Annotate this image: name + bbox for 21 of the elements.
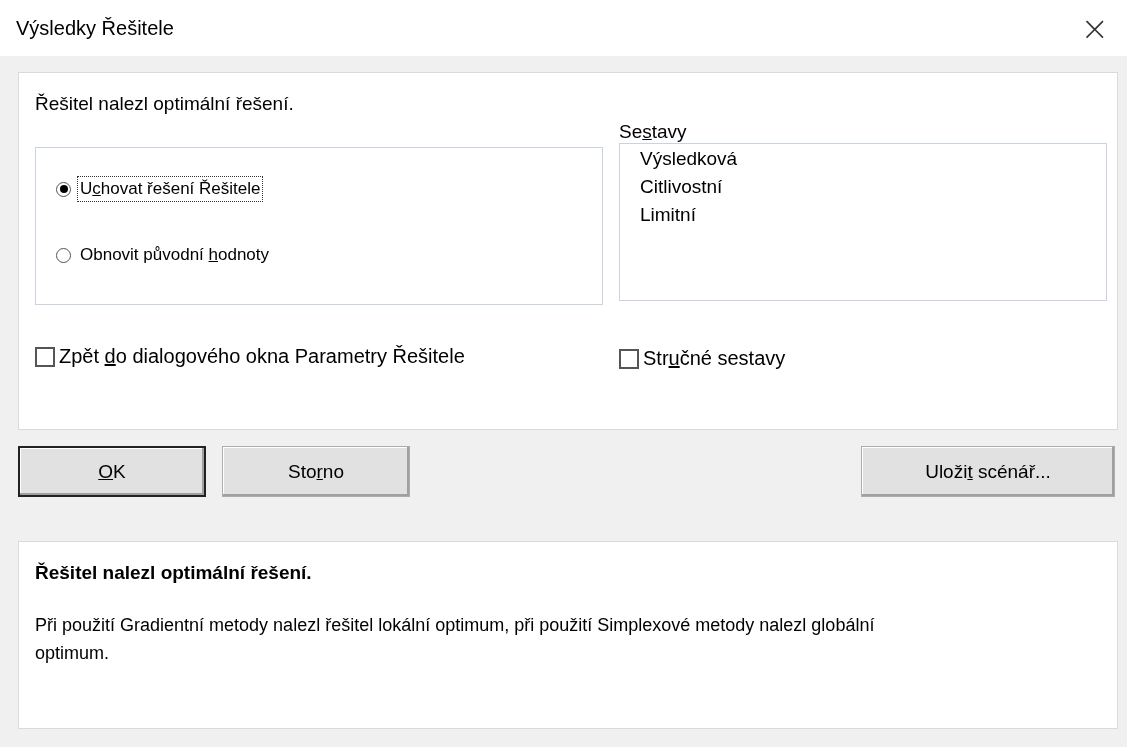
radio-label[interactable]: Obnovit původní hodnoty [77,242,273,268]
list-item[interactable]: Limitní [640,204,1086,226]
window-title: Výsledky Řešitele [16,16,174,40]
radio-label[interactable]: Uchovat řešení Řešitele [77,176,264,202]
info-heading: Řešitel nalezl optimální řešení. [35,562,313,584]
radio-button[interactable] [56,247,71,263]
info-text: Při použití Gradientní metody nalezl řešitel lokální optimum, při použití Simplexové metody nalezl globální optimum. [35,614,876,665]
checkbox-label[interactable]: Stručné sestavy [643,347,786,370]
list-item[interactable]: Výsledková [640,148,1086,170]
checkbox-label[interactable]: Zpět do dialogového okna Parametry Řešitele [59,345,465,368]
dialog-button[interactable]: Storno [222,446,410,497]
report-list[interactable]: Výsledková Citlivostní Limitní [619,143,1107,301]
list-label: Sestavy [619,121,688,143]
status-message: Řešitel nalezl optimální řešení. [35,93,295,115]
checkbox[interactable] [35,346,55,367]
dialog-button[interactable]: Uložit scénář... [861,446,1115,497]
list-item[interactable]: Citlivostní [640,176,1086,198]
dialog-button[interactable]: OK [18,446,206,497]
radio-button[interactable] [56,181,71,197]
checkbox[interactable] [619,348,639,369]
close-button[interactable]: × [1076,11,1113,45]
